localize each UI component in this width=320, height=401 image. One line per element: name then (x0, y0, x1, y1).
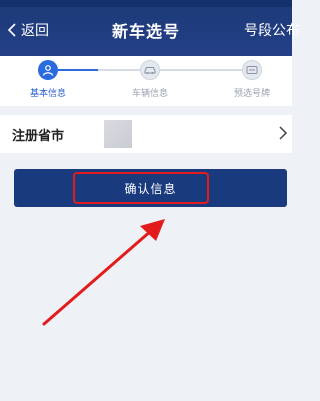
annotation-arrow (42, 219, 165, 326)
